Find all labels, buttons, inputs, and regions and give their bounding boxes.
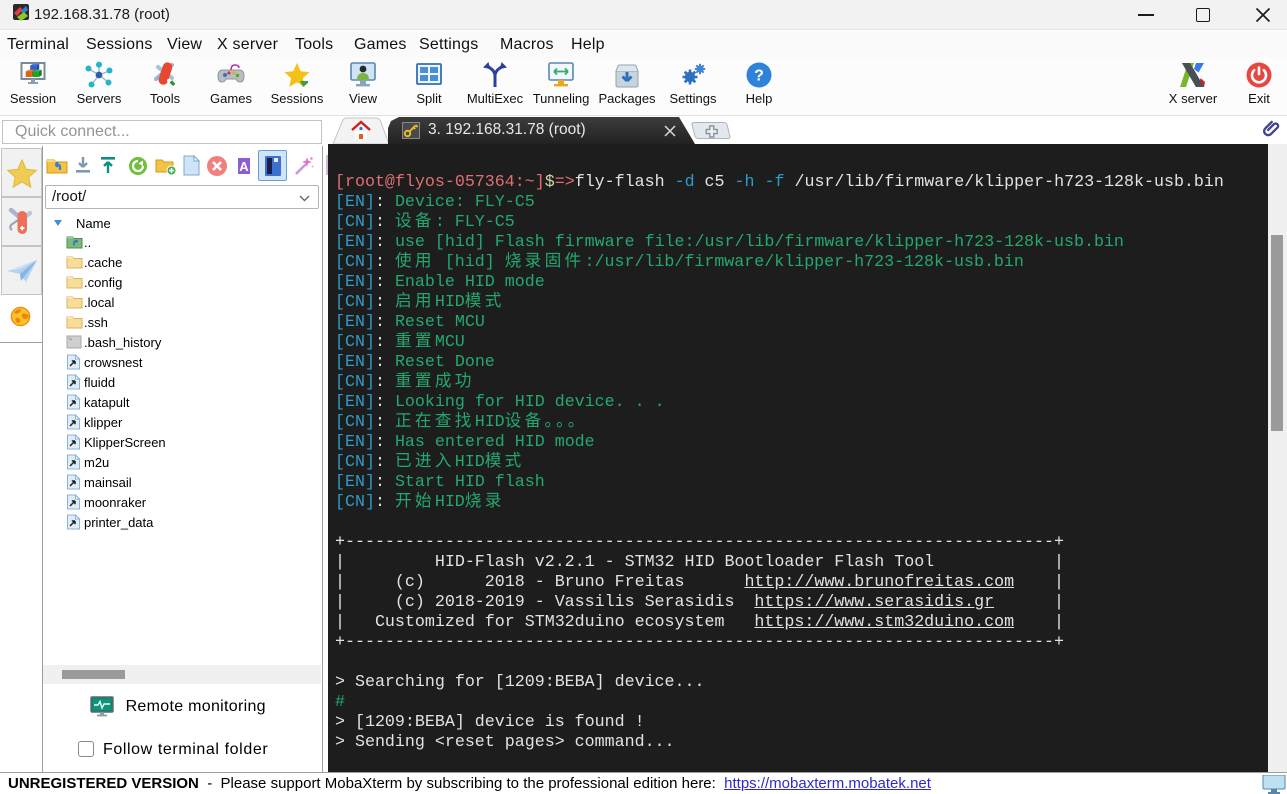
svg-text:A: A <box>239 159 249 174</box>
svg-text:?: ? <box>754 68 764 85</box>
